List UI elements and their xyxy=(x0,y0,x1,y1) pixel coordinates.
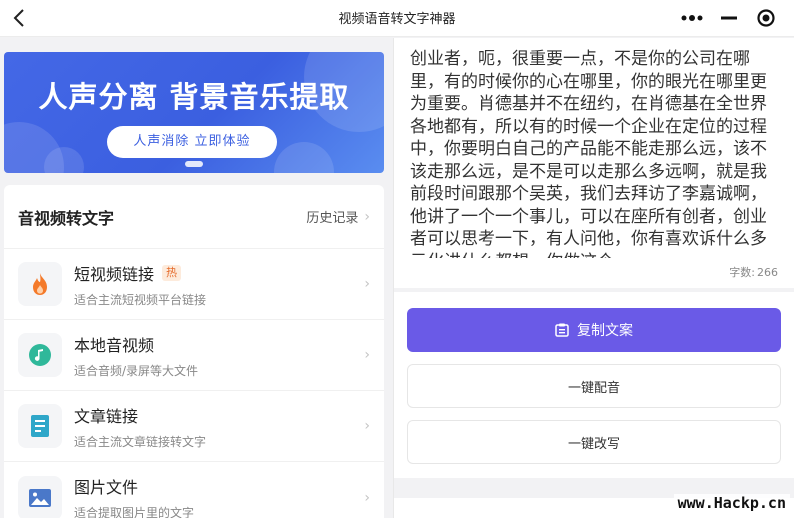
source-item-image-file[interactable]: 图片文件 适合提取图片里的文字 › xyxy=(4,462,384,518)
chevron-right-icon: › xyxy=(364,276,370,292)
word-count-label: 字数: xyxy=(729,266,755,279)
minimize-button[interactable] xyxy=(715,4,743,32)
flame-icon xyxy=(18,262,62,306)
target-circle-icon xyxy=(757,9,775,27)
item-title: 短视频链接 xyxy=(74,264,155,284)
chevron-right-icon: › xyxy=(364,347,370,363)
one-click-rewrite-button[interactable]: 一键改写 xyxy=(407,420,781,464)
chevron-right-icon: › xyxy=(364,489,370,506)
transcribe-card: 音视频转文字 历史记录 › 短视频链接 热 适合主流短视频平台链接 › 本地音视… xyxy=(4,185,384,518)
document-icon xyxy=(18,404,62,448)
history-link[interactable]: 历史记录 › xyxy=(306,207,370,227)
carousel-indicator xyxy=(185,161,203,167)
more-dots-icon xyxy=(681,15,703,21)
mini-program-capsule xyxy=(674,4,784,32)
chevron-right-icon: › xyxy=(364,418,370,434)
result-pane: 创业者，呃，很重要一点，不是你的公司在哪里，有的时候你的心在哪里，你的眼光在哪里… xyxy=(393,38,794,518)
more-button[interactable] xyxy=(678,4,706,32)
divider xyxy=(394,288,794,292)
site-watermark: www.Hackp.cn xyxy=(673,494,790,512)
copy-text-label: 复制文案 xyxy=(577,323,633,339)
item-title: 本地音视频 xyxy=(74,335,155,355)
title-bar: 视频语音转文字神器 xyxy=(0,0,794,37)
card-title: 音视频转文字 xyxy=(18,208,115,228)
word-count: 字数: 266 xyxy=(727,264,778,280)
item-subtitle: 适合提取图片里的文字 xyxy=(74,506,195,518)
item-subtitle: 适合主流文章链接转文字 xyxy=(74,434,207,449)
copy-text-button[interactable]: 复制文案 xyxy=(407,308,781,352)
item-title: 图片文件 xyxy=(74,478,139,497)
image-icon xyxy=(18,475,62,518)
music-note-icon xyxy=(18,333,62,377)
promo-banner[interactable]: 人声分离 背景音乐提取 人声消除 立即体验 xyxy=(4,52,384,173)
one-click-dub-button[interactable]: 一键配音 xyxy=(407,364,781,408)
history-label: 历史记录 xyxy=(306,211,359,226)
banner-title: 人声分离 背景音乐提取 xyxy=(38,80,350,114)
minus-icon xyxy=(720,16,737,20)
transcript-text[interactable]: 创业者，呃，很重要一点，不是你的公司在哪里，有的时候你的心在哪里，你的眼光在哪里… xyxy=(410,48,774,258)
banner-cta-button[interactable]: 人声消除 立即体验 xyxy=(107,126,277,158)
hot-badge: 热 xyxy=(162,264,182,281)
clipboard-icon xyxy=(555,323,569,337)
source-item-short-video[interactable]: 短视频链接 热 适合主流短视频平台链接 › xyxy=(4,249,384,320)
source-item-local-media[interactable]: 本地音视频 适合音频/录屏等大文件 › xyxy=(4,320,384,391)
left-pane: 人声分离 背景音乐提取 人声消除 立即体验 音视频转文字 历史记录 › 短视频链… xyxy=(0,38,393,518)
close-button[interactable] xyxy=(752,4,780,32)
word-count-value: 266 xyxy=(757,266,778,279)
chevron-right-icon: › xyxy=(364,208,370,225)
item-title: 文章链接 xyxy=(74,406,139,426)
item-subtitle: 适合音频/录屏等大文件 xyxy=(74,363,199,378)
source-item-article-link[interactable]: 文章链接 适合主流文章链接转文字 › xyxy=(4,391,384,462)
card-header: 音视频转文字 历史记录 › xyxy=(4,185,384,249)
item-subtitle: 适合主流短视频平台链接 xyxy=(74,292,207,307)
